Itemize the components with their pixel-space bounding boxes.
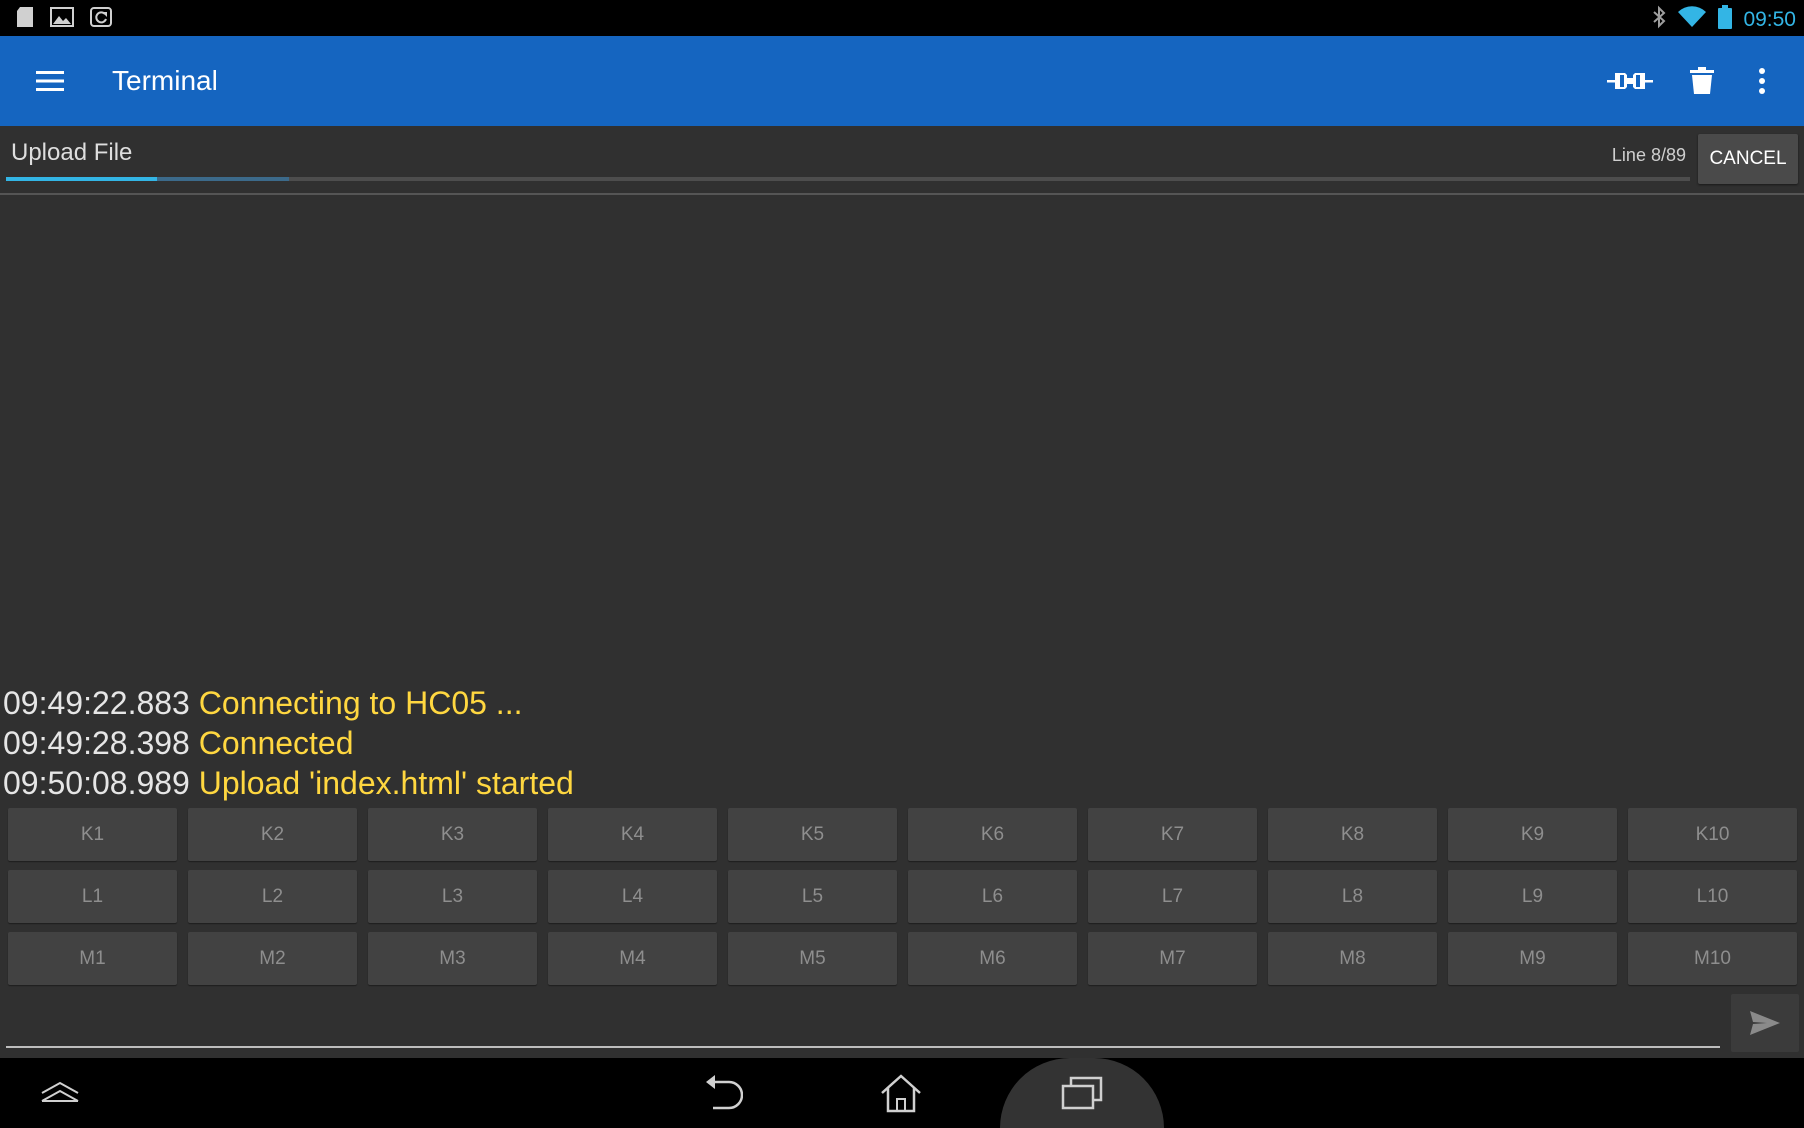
macro-key-k5[interactable]: K5 <box>728 808 897 861</box>
macro-key-m2[interactable]: M2 <box>188 932 357 985</box>
navigation-bar <box>0 1058 1804 1128</box>
page-title: Terminal <box>112 65 218 96</box>
home-button[interactable] <box>841 1058 961 1128</box>
image-icon <box>50 6 74 28</box>
macro-key-m7[interactable]: M7 <box>1088 932 1257 985</box>
delete-icon <box>1690 67 1714 94</box>
home-icon <box>881 1074 921 1113</box>
sync-icon <box>90 6 112 28</box>
macro-key-m3[interactable]: M3 <box>368 932 537 985</box>
macro-key-l8[interactable]: L8 <box>1268 870 1437 923</box>
log-timestamp: 09:49:28.398 <box>3 725 190 761</box>
macro-key-k8[interactable]: K8 <box>1268 808 1437 861</box>
macro-key-row: K1 K2 K3 K4 K5 K6 K7 K8 K9 K10 <box>8 808 1798 861</box>
status-bar: 09:50 <box>0 0 1804 36</box>
macro-key-l5[interactable]: L5 <box>728 870 897 923</box>
macro-key-m6[interactable]: M6 <box>908 932 1077 985</box>
macro-key-m1[interactable]: M1 <box>8 932 177 985</box>
hamburger-icon <box>36 71 64 91</box>
wifi-icon <box>1677 5 1707 34</box>
log-line: 09:49:22.883 Connecting to HC05 ... <box>3 683 1793 723</box>
log-message: Connected <box>198 725 354 761</box>
bluetooth-icon <box>1651 5 1667 34</box>
macro-key-k4[interactable]: K4 <box>548 808 717 861</box>
send-icon <box>1750 1011 1780 1035</box>
chevron-up-icon <box>41 1081 79 1102</box>
overflow-menu-button[interactable] <box>1740 59 1784 103</box>
app-bar: Terminal <box>0 36 1804 126</box>
macro-key-k2[interactable]: K2 <box>188 808 357 861</box>
macro-key-l9[interactable]: L9 <box>1448 870 1617 923</box>
menu-button[interactable] <box>30 61 70 101</box>
divider <box>0 193 1804 195</box>
system-status: 09:50 <box>1651 4 1796 35</box>
terminal-log: 09:49:22.883 Connecting to HC05 ... 09:49… <box>3 683 1793 803</box>
log-line: 09:50:08.989 Upload 'index.html' started <box>3 763 1793 803</box>
notification-icons <box>16 6 112 28</box>
send-button[interactable] <box>1731 994 1799 1052</box>
upload-progress-fill <box>6 177 158 181</box>
macro-key-m10[interactable]: M10 <box>1628 932 1797 985</box>
expand-button[interactable] <box>0 1058 120 1128</box>
upload-label: Upload File <box>11 139 133 166</box>
line-progress-text: Line 8/89 <box>1611 145 1686 165</box>
macro-key-row: L1 L2 L3 L4 L5 L6 L7 L8 L9 L10 <box>8 870 1798 923</box>
send-text-input[interactable] <box>6 996 1720 1048</box>
overflow-menu-icon <box>1759 68 1765 94</box>
back-icon <box>706 1075 743 1110</box>
macro-key-k6[interactable]: K6 <box>908 808 1077 861</box>
macro-key-l2[interactable]: L2 <box>188 870 357 923</box>
log-timestamp: 09:49:22.883 <box>3 685 190 721</box>
sd-card-icon <box>16 6 34 28</box>
log-message: Upload 'index.html' started <box>198 765 574 801</box>
macro-key-l6[interactable]: L6 <box>908 870 1077 923</box>
macro-key-row: M1 M2 M3 M4 M5 M6 M7 M8 M9 M10 <box>8 932 1798 985</box>
clock: 09:50 <box>1743 7 1796 31</box>
macro-key-k3[interactable]: K3 <box>368 808 537 861</box>
recent-apps-button[interactable] <box>1022 1058 1142 1128</box>
app-screen: 09:50 Terminal Upload File Line 8/89 CAN… <box>0 0 1804 1128</box>
macro-key-k9[interactable]: K9 <box>1448 808 1617 861</box>
macro-key-l7[interactable]: L7 <box>1088 870 1257 923</box>
connect-button[interactable] <box>1606 59 1654 103</box>
log-message: Connecting to HC05 ... <box>198 685 523 721</box>
upload-progress-bar <box>6 177 1690 181</box>
log-line: 09:49:28.398 Connected <box>3 723 1793 763</box>
connect-icon <box>1607 73 1653 89</box>
macro-key-l4[interactable]: L4 <box>548 870 717 923</box>
battery-icon <box>1717 4 1733 35</box>
macro-key-m4[interactable]: M4 <box>548 932 717 985</box>
macro-key-m5[interactable]: M5 <box>728 932 897 985</box>
recent-apps-icon <box>1061 1076 1103 1110</box>
back-button[interactable] <box>662 1058 782 1128</box>
macro-key-k1[interactable]: K1 <box>8 808 177 861</box>
log-timestamp: 09:50:08.989 <box>3 765 190 801</box>
macro-key-l3[interactable]: L3 <box>368 870 537 923</box>
cancel-button[interactable]: CANCEL <box>1698 134 1798 184</box>
macro-key-k10[interactable]: K10 <box>1628 808 1797 861</box>
macro-keys: K1 K2 K3 K4 K5 K6 K7 K8 K9 K10 L1 L2 L3 L4 L5 L6 L7 L8 L9 L… <box>8 808 1798 994</box>
macro-key-m8[interactable]: M8 <box>1268 932 1437 985</box>
macro-key-m9[interactable]: M9 <box>1448 932 1617 985</box>
macro-key-l10[interactable]: L10 <box>1628 870 1797 923</box>
clear-button[interactable] <box>1680 59 1724 103</box>
macro-key-l1[interactable]: L1 <box>8 870 177 923</box>
macro-key-k7[interactable]: K7 <box>1088 808 1257 861</box>
